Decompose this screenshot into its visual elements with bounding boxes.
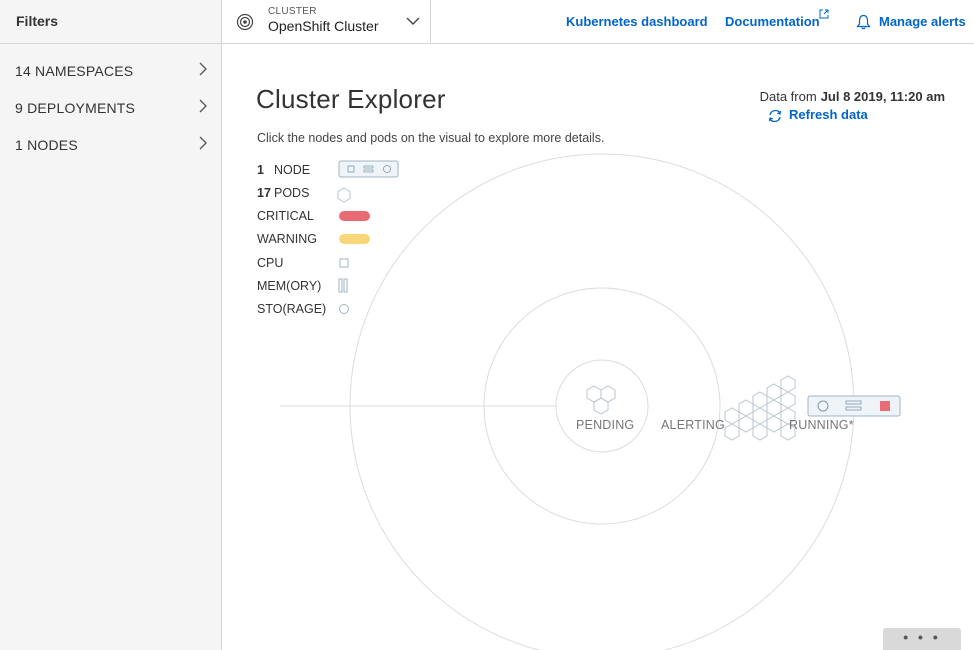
chevron-right-icon [199, 136, 207, 150]
inner-ring [555, 359, 649, 453]
legend-memory-symbol [338, 278, 348, 293]
documentation-link[interactable]: Documentation [725, 14, 820, 29]
refresh-icon[interactable] [767, 109, 783, 123]
legend-node-label: NODE [274, 163, 311, 177]
more-options-tab[interactable]: • • • [883, 628, 961, 650]
cluster-dropdown[interactable]: CLUSTER OpenShift Cluster [222, 0, 431, 44]
chevron-right-icon [199, 62, 207, 76]
legend-pod-symbol [337, 187, 351, 203]
filters-sidebar: Filters 14 NAMESPACES 9 DEPLOYMENTS 1 NO… [0, 0, 222, 650]
cluster-value: OpenShift Cluster [268, 18, 379, 34]
legend-node-symbol [338, 160, 399, 178]
legend-pods-label: PODS [274, 186, 310, 200]
manage-alerts-link[interactable]: Manage alerts [879, 14, 966, 29]
filter-deployments[interactable]: 9 DEPLOYMENTS [0, 88, 221, 125]
node-box [807, 395, 901, 417]
legend-critical-symbol [339, 211, 370, 221]
top-bar: CLUSTER OpenShift Cluster Kubernetes das… [222, 0, 974, 44]
cluster-icon [236, 13, 254, 31]
legend-warning-label: WARNING [257, 232, 317, 246]
filters-title: Filters [0, 0, 221, 44]
legend-critical-label: CRITICAL [257, 209, 314, 223]
legend-pods-count: 17 [257, 186, 271, 200]
alerting-label: ALERTING [661, 418, 725, 432]
external-link-icon [819, 9, 829, 19]
data-from-value: Jul 8 2019, 11:20 am [820, 89, 945, 104]
data-from-label: Data from [759, 89, 817, 104]
filter-nodes-label: 1 NODES [15, 137, 78, 153]
legend-memory-label: MEM(ORY) [257, 279, 322, 293]
page-subtitle: Click the nodes and pods on the visual t… [257, 131, 605, 145]
refresh-data-button[interactable]: Refresh data [789, 107, 868, 122]
legend-warning-symbol [339, 234, 370, 244]
chevron-right-icon [199, 99, 207, 113]
cluster-label: CLUSTER [268, 6, 317, 17]
filter-nodes[interactable]: 1 NODES [0, 125, 221, 162]
legend-node-count: 1 [257, 163, 264, 177]
running-pods [724, 375, 796, 441]
page-title: Cluster Explorer [256, 84, 446, 114]
legend-storage-label: STO(RAGE) [257, 302, 327, 316]
legend-cpu-label: CPU [257, 256, 284, 270]
data-timestamp: Data from Jul 8 2019, 11:20 am [760, 89, 945, 104]
bell-icon [856, 14, 871, 30]
main-content: Cluster Explorer Click the nodes and pod… [222, 45, 974, 650]
running-label: RUNNING* [789, 418, 854, 432]
kubernetes-dashboard-link[interactable]: Kubernetes dashboard [566, 14, 708, 29]
legend-storage-symbol [339, 304, 349, 314]
filter-namespaces[interactable]: 14 NAMESPACES [0, 51, 221, 88]
filter-namespaces-label: 14 NAMESPACES [15, 63, 134, 79]
filter-deployments-label: 9 DEPLOYMENTS [15, 100, 136, 116]
pending-pods [586, 385, 616, 415]
chevron-down-icon [406, 17, 420, 25]
legend-cpu-symbol [339, 258, 349, 268]
pending-label: PENDING [576, 418, 635, 432]
